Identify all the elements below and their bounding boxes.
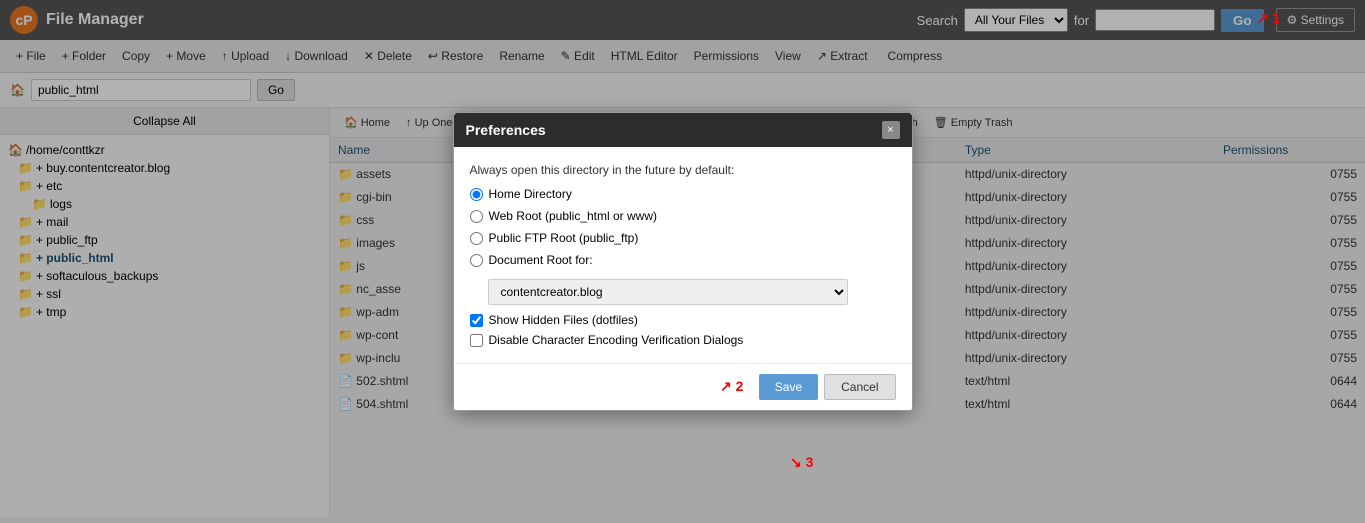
checkbox-group: Show Hidden Files (dotfiles) Disable Cha… [470, 313, 896, 347]
radio-docroot-label: Document Root for: [489, 253, 593, 267]
radio-webroot-label: Web Root (public_html or www) [489, 209, 658, 223]
radio-webroot[interactable]: Web Root (public_html or www) [470, 209, 896, 223]
encoding-checkbox[interactable] [470, 334, 483, 347]
radio-ftproot[interactable]: Public FTP Root (public_ftp) [470, 231, 896, 245]
preferences-modal: Preferences × Always open this directory… [453, 112, 913, 411]
hidden-files-checkbox[interactable] [470, 314, 483, 327]
radio-docroot[interactable]: Document Root for: [470, 253, 896, 267]
encoding-label: Disable Character Encoding Verification … [489, 333, 744, 347]
domain-dropdown-row: contentcreator.blog [488, 279, 896, 305]
annotation-2: ↗ 2 [720, 378, 743, 395]
hidden-files-label: Show Hidden Files (dotfiles) [489, 313, 638, 327]
radio-webroot-input[interactable] [470, 210, 483, 223]
domain-select[interactable]: contentcreator.blog [488, 279, 848, 305]
modal-footer: Save Cancel [454, 363, 912, 410]
annotation-1: ↗ 1 [1257, 10, 1280, 27]
annotation-3: ↘ 3 [790, 454, 813, 471]
radio-home-input[interactable] [470, 188, 483, 201]
radio-docroot-input[interactable] [470, 254, 483, 267]
checkbox-encoding[interactable]: Disable Character Encoding Verification … [470, 333, 896, 347]
modal-intro: Always open this directory in the future… [470, 163, 896, 177]
radio-home[interactable]: Home Directory [470, 187, 896, 201]
radio-group: Home Directory Web Root (public_html or … [470, 187, 896, 267]
radio-ftproot-label: Public FTP Root (public_ftp) [489, 231, 639, 245]
modal-title: Preferences [466, 122, 546, 138]
save-button[interactable]: Save [759, 374, 818, 400]
radio-home-label: Home Directory [489, 187, 572, 201]
radio-ftproot-input[interactable] [470, 232, 483, 245]
modal-overlay: Preferences × Always open this directory… [0, 0, 1365, 523]
cancel-button[interactable]: Cancel [824, 374, 895, 400]
modal-close-button[interactable]: × [882, 121, 900, 139]
checkbox-hidden-files[interactable]: Show Hidden Files (dotfiles) [470, 313, 896, 327]
modal-body: Always open this directory in the future… [454, 147, 912, 363]
modal-header: Preferences × [454, 113, 912, 147]
